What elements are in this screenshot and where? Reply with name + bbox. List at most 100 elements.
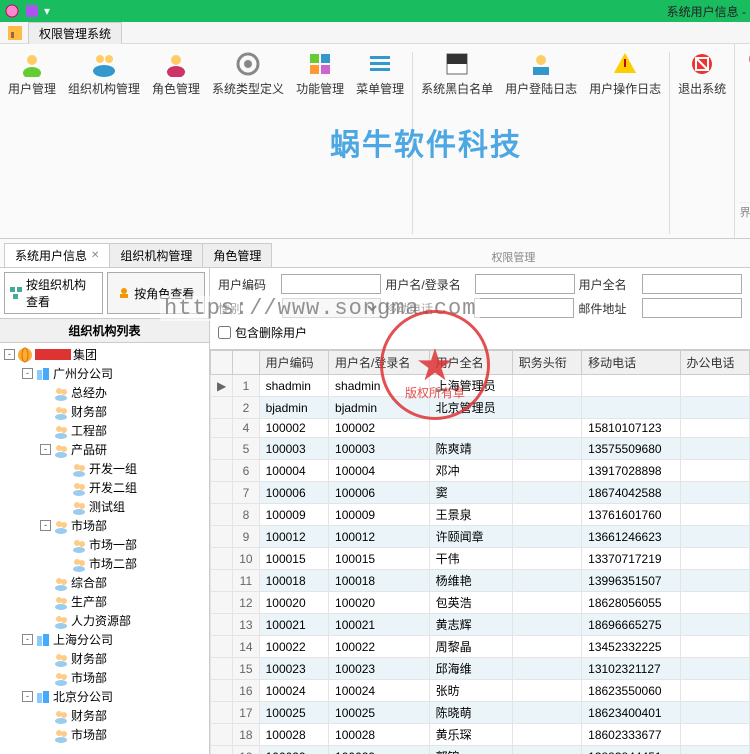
row-marker <box>211 746 233 754</box>
table-row[interactable]: 7100006100006窦18674042588 <box>211 482 750 504</box>
cell-mobile <box>582 397 680 419</box>
cell-mobile: 13917028898 <box>582 460 680 482</box>
grid-wrap[interactable]: 用户编码用户名/登录名用户全名职务头衔移动电话办公电话 ▶1shadminsha… <box>210 350 750 754</box>
tree-label: 北京分公司 <box>53 688 113 705</box>
row-marker <box>211 526 233 548</box>
cell-mobile: 13761601760 <box>582 504 680 526</box>
grid-col-header[interactable]: 办公电话 <box>680 351 749 375</box>
table-row[interactable]: 8100009100009王景泉13761601760 <box>211 504 750 526</box>
table-row[interactable]: 14100022100022周黎晶13452332225 <box>211 636 750 658</box>
select-gender[interactable] <box>282 298 381 318</box>
tree-node[interactable]: 开发一组 <box>4 459 207 478</box>
grid-col-header[interactable]: 用户全名 <box>429 351 512 375</box>
home-icon[interactable] <box>6 24 24 42</box>
cell-title <box>512 724 581 746</box>
ribbon-tab-permission[interactable]: 权限管理系统 <box>28 22 122 44</box>
expander-icon[interactable]: - <box>22 634 33 645</box>
tree-node[interactable]: 财务部 <box>4 402 207 421</box>
expander-icon[interactable]: - <box>4 349 15 360</box>
grid-col-header[interactable]: 用户名/登录名 <box>329 351 430 375</box>
table-row[interactable]: ▶1shadminshadmin上海管理员 <box>211 375 750 397</box>
tree-root[interactable]: -集团 <box>4 345 207 364</box>
people-icon <box>53 727 69 743</box>
expander-icon[interactable]: - <box>22 368 33 379</box>
tool-op-log[interactable]: 用户操作日志 <box>583 48 667 238</box>
tool-user-mgmt[interactable]: 用户管理 <box>2 48 62 238</box>
tab-by-org[interactable]: 按组织机构查看 <box>4 272 103 314</box>
table-row[interactable]: 11100018100018杨维艳13996351507 <box>211 570 750 592</box>
expander-icon[interactable]: - <box>40 520 51 531</box>
tab-by-role[interactable]: 按角色查看 <box>107 272 206 314</box>
tool-exit[interactable]: 退出系统 <box>672 48 732 238</box>
role-icon <box>117 286 131 300</box>
table-row[interactable]: 19100029100029郭锦13883844451 <box>211 746 750 754</box>
tool-label: 退出系统 <box>678 80 726 97</box>
tree-node[interactable]: 财务部 <box>4 706 207 725</box>
close-icon[interactable]: ✕ <box>91 250 99 261</box>
tool-func-mgmt[interactable]: 功能管理 <box>290 48 350 238</box>
tree-node[interactable]: 工程部 <box>4 421 207 440</box>
tree-node[interactable]: 财务部 <box>4 649 207 668</box>
table-row[interactable]: 18100028100028黄乐琛18602333677 <box>211 724 750 746</box>
table-row[interactable]: 16100024100024张昉18623550060 <box>211 680 750 702</box>
tree-node[interactable]: -市场部 <box>4 516 207 535</box>
doc-tab-role[interactable]: 角色管理 <box>202 243 272 267</box>
cell-name: 黄乐琛 <box>429 724 512 746</box>
input-fullname[interactable] <box>642 274 742 294</box>
tool-org-mgmt[interactable]: 组织机构管理 <box>62 48 146 238</box>
tree-node[interactable]: 市场部 <box>4 668 207 687</box>
chk-include-deleted[interactable] <box>218 326 231 339</box>
tree-node[interactable]: 测试组 <box>4 497 207 516</box>
table-row[interactable]: 13100021100021黄志辉18696665275 <box>211 614 750 636</box>
tool-role-mgmt[interactable]: 角色管理 <box>146 48 206 238</box>
cell-title <box>512 504 581 526</box>
tool-menu-mgmt[interactable]: 菜单管理 <box>350 48 410 238</box>
search-form: 用户编码 用户名/登录名 用户全名 性别 移动电话 邮件地址 包含删除用户 <box>210 268 750 350</box>
table-row[interactable]: 9100012100012许颐闻章13661246623 <box>211 526 750 548</box>
tree-node[interactable]: 开发二组 <box>4 478 207 497</box>
tool-blacklist[interactable]: 系统黑白名单 <box>415 48 499 238</box>
expander-icon[interactable]: - <box>22 691 33 702</box>
tree-node[interactable]: -产品研 <box>4 440 207 459</box>
expander-icon[interactable]: - <box>40 444 51 455</box>
cell-login: 100002 <box>329 419 430 438</box>
table-row[interactable]: 2bjadminbjadmin北京管理员 <box>211 397 750 419</box>
grid-col-header[interactable]: 移动电话 <box>582 351 680 375</box>
tree-label: 生产部 <box>71 593 107 610</box>
cell-title <box>512 548 581 570</box>
org-tree[interactable]: -集团-广州分公司总经办财务部工程部-产品研开发一组开发二组测试组-市场部市场一… <box>0 343 209 754</box>
tree-node[interactable]: 市场二部 <box>4 554 207 573</box>
input-code[interactable] <box>281 274 381 294</box>
tree-node[interactable]: 市场一部 <box>4 535 207 554</box>
tree-node[interactable]: 总经办 <box>4 383 207 402</box>
input-email[interactable] <box>642 298 742 318</box>
table-row[interactable]: 410000210000215810107123 <box>211 419 750 438</box>
table-row[interactable]: 10100015100015干伟13370717219 <box>211 548 750 570</box>
row-number: 6 <box>233 460 259 482</box>
tree-node[interactable]: 生产部 <box>4 592 207 611</box>
table-row[interactable]: 6100004100004邓冲13917028898 <box>211 460 750 482</box>
tool-sys-type[interactable]: 系统类型定义 <box>206 48 290 238</box>
table-row[interactable]: 5100003100003陈爽靖13575509680 <box>211 438 750 460</box>
tree-node[interactable]: 综合部 <box>4 573 207 592</box>
cell-code: 100020 <box>259 592 328 614</box>
tree-node[interactable]: - 北京分公司 <box>4 687 207 706</box>
table-row[interactable]: 15100023100023邱海维13102321127 <box>211 658 750 680</box>
tree-node[interactable]: -广州分公司 <box>4 364 207 383</box>
table-row[interactable]: 12100020100020包英浩18628056055 <box>211 592 750 614</box>
input-mobile[interactable] <box>474 298 574 318</box>
doc-tab-sys-user[interactable]: 系统用户信息✕ <box>4 243 110 267</box>
tree-label: 测试组 <box>89 498 125 515</box>
doc-tab-org[interactable]: 组织机构管理 <box>109 243 203 267</box>
tool-login-log[interactable]: 用户登陆日志 <box>499 48 583 238</box>
cell-name: 陈爽靖 <box>429 438 512 460</box>
grid-col-header[interactable]: 用户编码 <box>259 351 328 375</box>
row-marker <box>211 658 233 680</box>
tree-label: 财务部 <box>71 403 107 420</box>
tree-node[interactable]: 市场部 <box>4 725 207 744</box>
grid-col-header[interactable]: 职务头衔 <box>512 351 581 375</box>
row-marker <box>211 504 233 526</box>
table-row[interactable]: 17100025100025陈晓萌18623400401 <box>211 702 750 724</box>
input-login[interactable] <box>475 274 575 294</box>
tree-node[interactable]: -上海分公司 <box>4 630 207 649</box>
